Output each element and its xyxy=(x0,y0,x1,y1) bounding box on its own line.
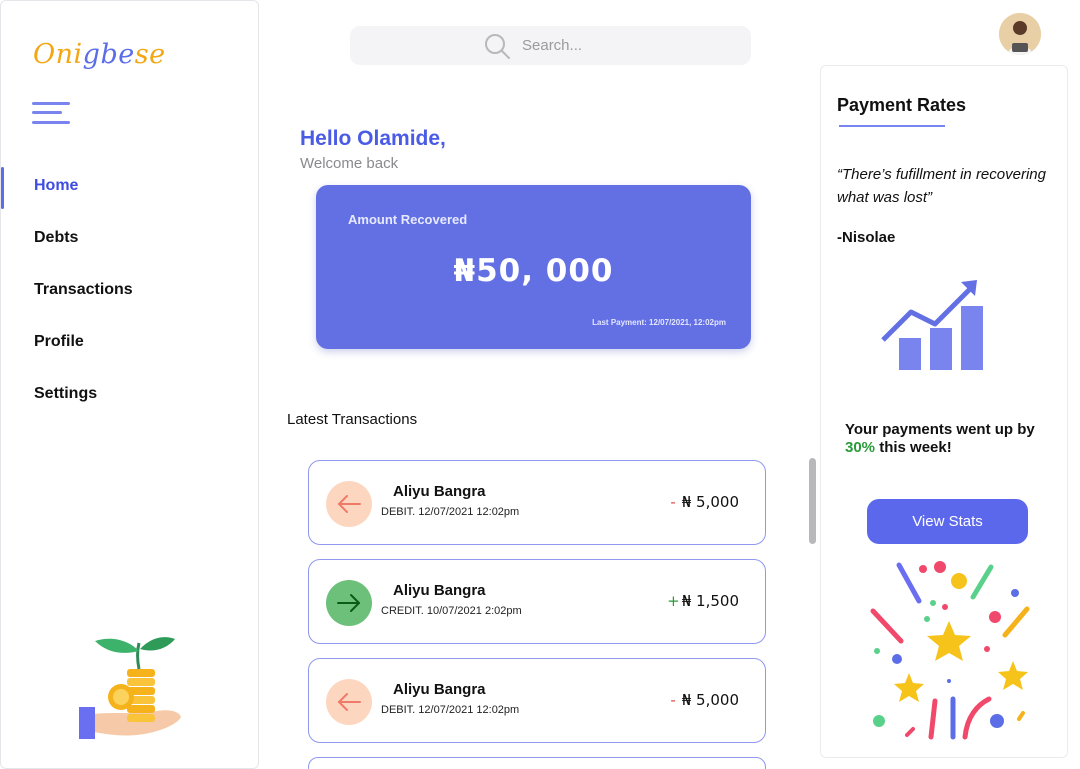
payment-note-suffix: this week! xyxy=(875,439,952,456)
sidebar-nav: Home Debts Transactions Profile Settings xyxy=(1,167,259,427)
transaction-amount-value: ₦ 1,500 xyxy=(681,592,739,610)
transaction-amount: - ₦ 5,000 xyxy=(670,691,739,709)
search-bar xyxy=(350,26,751,65)
sidebar-item-settings[interactable]: Settings xyxy=(1,375,259,427)
brand-logo-part2: gbe xyxy=(82,39,135,70)
search-input[interactable] xyxy=(522,33,722,57)
payment-note-percent: 30% xyxy=(845,439,876,456)
last-payment-text: Last Payment: 12/07/2021, 12:02pm xyxy=(592,318,726,327)
debit-indicator xyxy=(326,481,372,527)
transaction-detail: CREDIT. 10/07/2021 2:02pm xyxy=(381,605,522,617)
payment-growth-note: Your payments went up by 30% this week! xyxy=(845,421,1045,457)
transaction-name: Aliyu Bangra xyxy=(393,681,486,698)
transaction-name: Aliyu Bangra xyxy=(393,483,486,500)
sidebar-item-debts[interactable]: Debts xyxy=(1,219,259,271)
arrow-right-icon xyxy=(337,594,360,612)
transaction-row[interactable]: Aliyu Bangra DEBIT. 12/07/2021 12:02pm -… xyxy=(308,460,766,545)
brand-logo[interactable]: Onigbese xyxy=(33,39,166,70)
scrollbar-thumb[interactable] xyxy=(809,458,816,544)
transaction-sign: + xyxy=(667,592,680,610)
arrow-left-icon xyxy=(338,693,361,711)
payment-rates-panel: Payment Rates “There’s fufillment in rec… xyxy=(820,65,1068,758)
view-stats-button[interactable]: View Stats xyxy=(867,499,1028,544)
avatar[interactable] xyxy=(999,13,1041,55)
payment-note-prefix: Your payments went up by xyxy=(845,421,1035,438)
transaction-sign: - xyxy=(670,493,676,511)
greeting-title: Hello Olamide, xyxy=(300,127,446,150)
sidebar-item-home[interactable]: Home xyxy=(1,167,259,219)
payment-rates-title: Payment Rates xyxy=(837,95,967,115)
transaction-amount-value: ₦ 5,000 xyxy=(681,493,739,511)
quote-author: -Nisolae xyxy=(837,229,896,246)
transaction-row-partial[interactable] xyxy=(308,757,766,769)
amount-value: ₦50, 000 xyxy=(453,253,614,289)
amount-label: Amount Recovered xyxy=(348,212,468,227)
debit-indicator xyxy=(326,679,372,725)
title-underline xyxy=(839,125,945,127)
dashboard-page: Onigbese Home Debts Transactions Profile… xyxy=(0,0,1080,769)
transaction-detail: DEBIT. 12/07/2021 12:02pm xyxy=(381,704,520,716)
transaction-sign: - xyxy=(670,691,676,709)
transaction-detail: DEBIT. 12/07/2021 12:02pm xyxy=(381,506,520,518)
transaction-row[interactable]: Aliyu Bangra CREDIT. 10/07/2021 2:02pm +… xyxy=(308,559,766,644)
amount-recovered-card: Amount Recovered ₦50, 000 Last Payment: … xyxy=(316,185,751,349)
sidebar: Onigbese Home Debts Transactions Profile… xyxy=(0,0,259,769)
quote-text: “There’s fufillment in recovering what w… xyxy=(837,166,1046,206)
growth-chart-icon xyxy=(881,280,983,370)
brand-logo-part3: se xyxy=(134,39,166,70)
arrow-left-icon xyxy=(338,495,361,513)
sidebar-item-transactions[interactable]: Transactions xyxy=(1,271,259,323)
transaction-amount-value: ₦ 5,000 xyxy=(681,691,739,709)
transaction-amount: - ₦ 5,000 xyxy=(670,493,739,511)
search-icon[interactable] xyxy=(483,32,511,60)
hamburger-menu-icon[interactable] xyxy=(32,100,70,128)
latest-transactions-title: Latest Transactions xyxy=(287,411,418,428)
transaction-name: Aliyu Bangra xyxy=(393,582,486,599)
transaction-row[interactable]: Aliyu Bangra DEBIT. 12/07/2021 12:02pm -… xyxy=(308,658,766,743)
brand-logo-part1: Oni xyxy=(33,39,83,70)
sidebar-item-profile[interactable]: Profile xyxy=(1,323,259,375)
confetti-illustration xyxy=(870,561,1030,740)
money-plant-illustration xyxy=(79,637,181,739)
credit-indicator xyxy=(326,580,372,626)
greeting-subtitle: Welcome back xyxy=(300,155,399,172)
transaction-amount: + ₦ 1,500 xyxy=(667,592,739,610)
